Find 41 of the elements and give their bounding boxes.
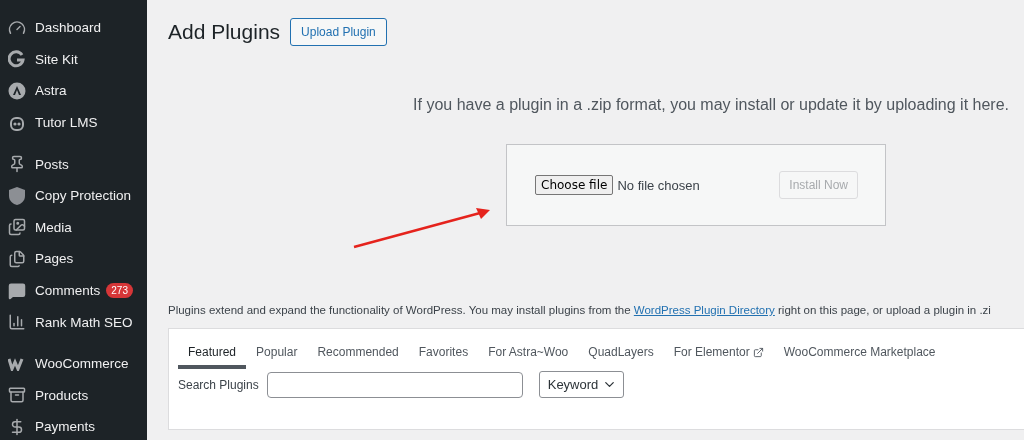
sidebar-item[interactable]: Rank Math SEO [0, 306, 147, 338]
sidebar-item[interactable]: WooCommerce [0, 347, 147, 380]
filter-tab[interactable]: WooCommerce Marketplace [773, 335, 946, 369]
filter-tab[interactable]: For Astra~Woo [478, 335, 579, 369]
description-text: Plugins extend and expand the functionality of WordPress. You may install plugins from the WordPress Plugin Directory right on this page, or upload a plugin in .zi [168, 304, 992, 316]
plugin-directory-link[interactable]: WordPress Plugin Directory [633, 304, 775, 316]
sidebar-item[interactable]: Posts [0, 148, 147, 180]
sidebar-item[interactable]: Astra [0, 75, 147, 107]
sidebar-item[interactable]: Dashboard [0, 12, 147, 44]
upload-instructions: If you have a plugin in a .zip format, you may install or update it by uploading it here. [412, 96, 1009, 114]
choose-file-button[interactable]: Choose file [535, 175, 614, 195]
page-title: Add Plugins [168, 20, 281, 44]
file-status: No file chosen [617, 177, 700, 193]
sidebar-item[interactable]: Copy Protection [0, 179, 147, 212]
speech-bubble-icon [8, 281, 26, 300]
filter-tab[interactable]: Favorites [408, 335, 479, 369]
bar-chart-icon [8, 313, 26, 332]
sidebar-item[interactable]: Site Kit [0, 43, 147, 76]
g-logo-icon [8, 50, 26, 69]
filter-tab[interactable]: For Elementor [663, 335, 774, 369]
filter-tab[interactable]: QuadLayers [578, 335, 664, 369]
sidebar-item[interactable]: Payments [0, 411, 147, 440]
search-type-dropdown[interactable]: Keyword [538, 371, 625, 398]
sidebar-item[interactable]: Comments 273 [0, 274, 147, 307]
search-field[interactable] [266, 371, 523, 398]
pin-icon [8, 155, 26, 174]
search-label: Search Plugins [178, 377, 259, 392]
filter-tab[interactable]: Recommended [307, 335, 409, 369]
sidebar-item[interactable]: Tutor LMS [0, 106, 147, 139]
sidebar-item[interactable]: Media [0, 211, 147, 244]
filter-tab[interactable]: Featured [178, 335, 247, 369]
shield-icon [8, 185, 26, 206]
pages-icon [8, 249, 26, 268]
upload-plugin-button[interactable]: Upload Plugin [290, 18, 387, 46]
gauge-icon [8, 18, 26, 37]
media-icon [8, 218, 26, 237]
filter-tab[interactable]: Popular [246, 335, 308, 369]
sidebar-item[interactable]: Pages [0, 243, 147, 275]
archive-icon [8, 386, 26, 405]
count-badge: 273 [106, 283, 133, 299]
sidebar-item[interactable]: Products [0, 379, 147, 412]
